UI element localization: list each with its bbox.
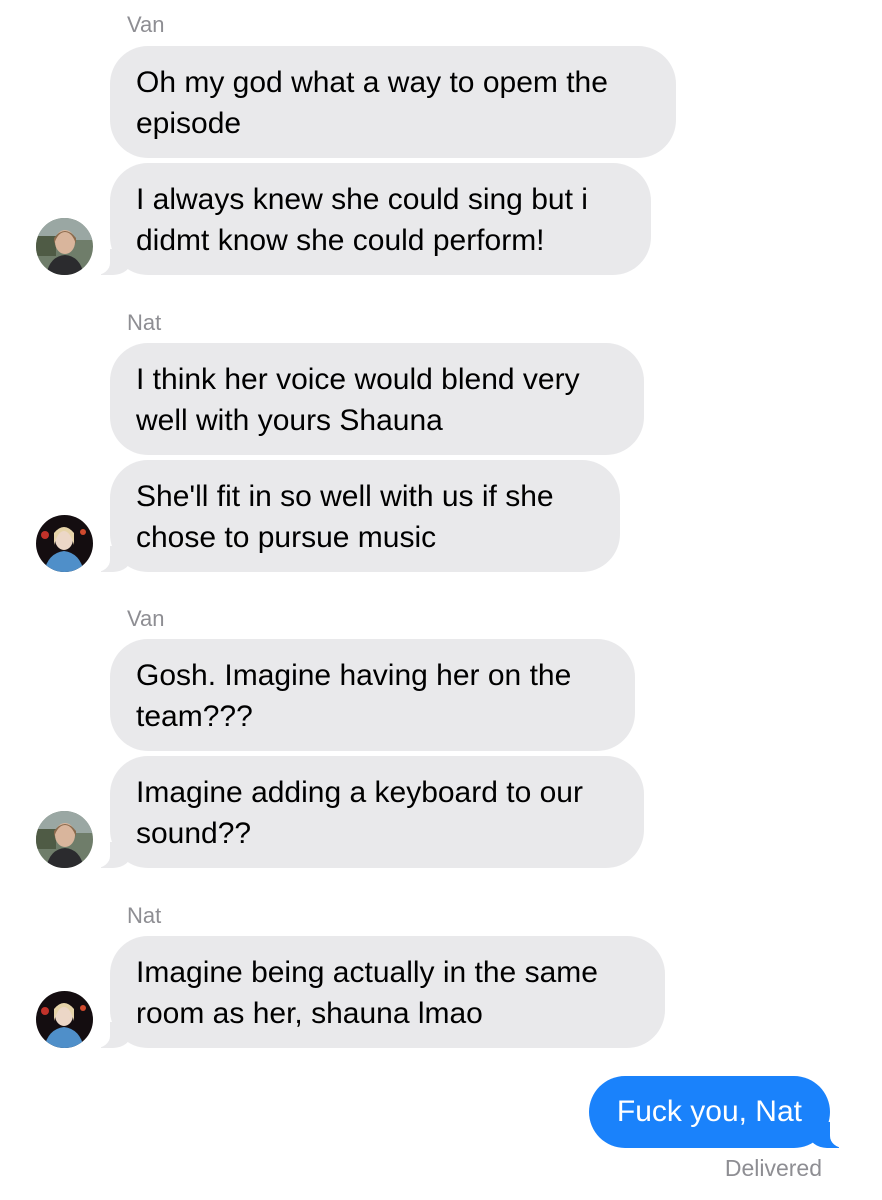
message-bubble[interactable]: I think her voice would blend very well … — [110, 343, 644, 455]
message-bubble[interactable]: I always knew she could sing but i didmt… — [84, 163, 651, 275]
message-text: Oh my god what a way to opem the episode — [136, 66, 608, 140]
message-text: She'll fit in so well with us if she cho… — [136, 480, 554, 554]
message-bubble[interactable]: Imagine being actually in the same room … — [84, 936, 665, 1048]
van-avatar-icon[interactable] — [36, 811, 93, 868]
sender-name-van: Van — [127, 12, 165, 37]
message-thread: Van Oh my god what a way to opem the epi… — [0, 0, 882, 1200]
sender-name-nat: Nat — [127, 903, 162, 928]
message-text: I always knew she could sing but i didmt… — [136, 183, 588, 257]
message-text: Imagine adding a keyboard to our sound?? — [136, 776, 583, 850]
nat-avatar-icon[interactable] — [36, 515, 93, 572]
message-text: Imagine being actually in the same room … — [136, 956, 598, 1030]
sender-name-van: Van — [127, 606, 165, 631]
message-bubble[interactable]: Imagine adding a keyboard to our sound?? — [84, 756, 644, 868]
message-bubble[interactable]: She'll fit in so well with us if she cho… — [84, 460, 620, 572]
outgoing-message-text: Fuck you, Nat — [616, 1095, 802, 1128]
van-avatar-icon[interactable] — [36, 218, 93, 275]
sender-name-nat: Nat — [127, 310, 162, 335]
message-bubble[interactable]: Gosh. Imagine having her on the team??? — [110, 639, 635, 751]
nat-avatar-icon[interactable] — [36, 991, 93, 1048]
message-text: Gosh. Imagine having her on the team??? — [136, 659, 572, 733]
delivery-status: Delivered — [724, 1155, 822, 1181]
message-bubble[interactable]: Oh my god what a way to opem the episode — [110, 46, 676, 158]
outgoing-message-bubble[interactable]: Fuck you, Nat — [588, 1076, 857, 1148]
message-text: I think her voice would blend very well … — [136, 363, 580, 437]
